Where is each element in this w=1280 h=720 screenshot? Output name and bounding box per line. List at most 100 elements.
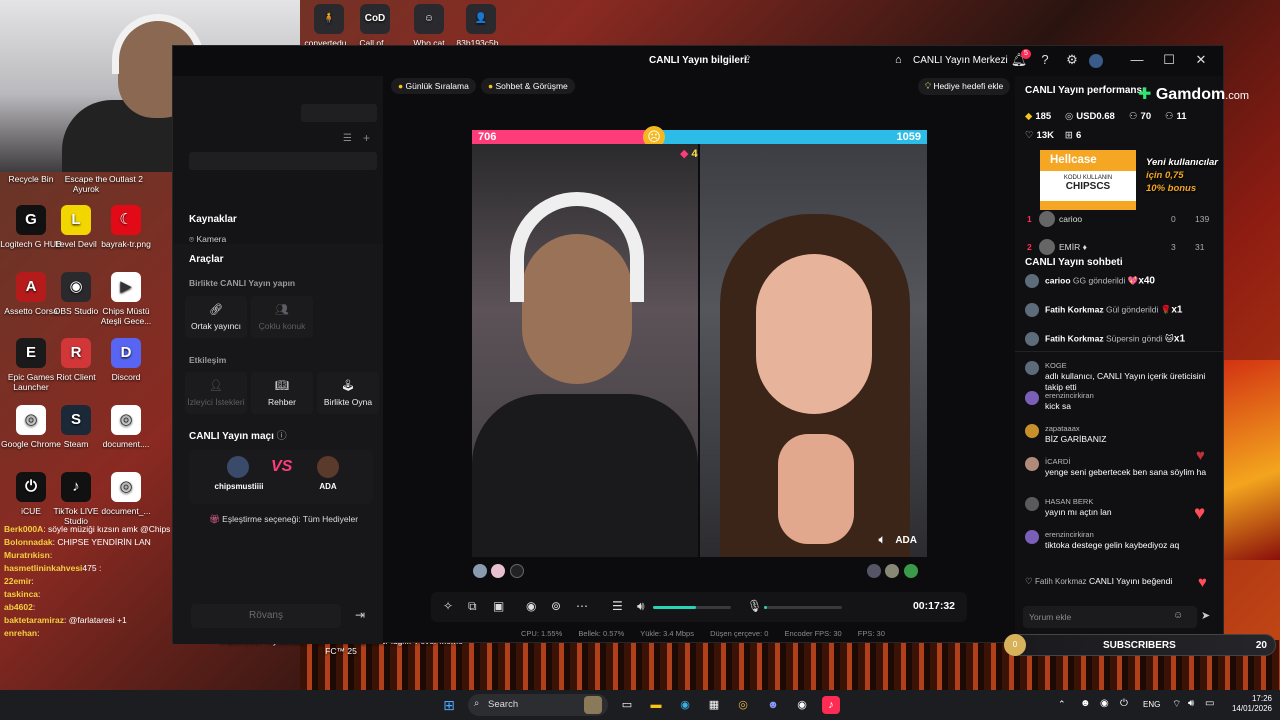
- maximize-icon[interactable]: ☐: [1159, 52, 1179, 68]
- list-icon[interactable]: ☰: [343, 133, 352, 144]
- chat-username: erenzincirkiran: [1045, 530, 1094, 539]
- match-card: chipsmustiiii VS ADA: [189, 450, 373, 504]
- more-icon[interactable]: ⋯: [576, 599, 588, 613]
- desktop-icon[interactable]: ▶ Chips Müstü Ateşli Gece...: [95, 272, 157, 326]
- gift-goal-chip[interactable]: 💡︎ Hediye hedefi ekle: [918, 78, 1011, 95]
- wifi-icon[interactable]: ⌔: [1172, 698, 1181, 711]
- cohost-button[interactable]: 🔗︎ Ortak yayıncı: [185, 296, 247, 338]
- player1-avatar: [227, 456, 249, 478]
- battle-score-bar: 706 1059 ☹: [472, 126, 927, 148]
- screen-icon[interactable]: ▣: [493, 599, 504, 613]
- mic-icon[interactable]: 🎙︎: [747, 599, 762, 613]
- discord-icon[interactable]: ☻: [764, 696, 782, 714]
- desktop-icon[interactable]: ☾ bayrak-tr.png: [95, 205, 157, 249]
- ranking-score: 139: [1195, 214, 1210, 224]
- replay-icon[interactable]: ⊚: [551, 599, 561, 613]
- ranking-row[interactable]: 1 carioo 0 139: [1025, 210, 1215, 230]
- desktop-icon[interactable]: 🧍 convertedu...: [304, 4, 354, 48]
- gift-count: x40: [1138, 275, 1155, 287]
- tray-app-icon[interactable]: ◉: [1100, 698, 1109, 709]
- mic-slider[interactable]: [764, 606, 842, 609]
- file-explorer-icon[interactable]: ▬: [647, 696, 665, 714]
- tray-chevron-icon[interactable]: ⌃: [1058, 699, 1066, 710]
- volume-icon[interactable]: 🔊︎: [637, 599, 645, 614]
- settings-sliders-icon[interactable]: ☰: [612, 599, 623, 613]
- widgets-icon[interactable]: [584, 696, 602, 714]
- viewer-requests-button[interactable]: 👤︎ İzleyici İstekleri: [185, 372, 247, 414]
- share-icon[interactable]: ⇪: [743, 53, 752, 66]
- desktop-icon[interactable]: 👤 83b193c5b...: [456, 4, 506, 48]
- volume-slider[interactable]: [653, 606, 731, 609]
- joystick-icon: 🕹︎: [341, 380, 355, 392]
- title-bar: CANLI Yayın bilgileri ⇪ ⌂ CANLI Yayın Me…: [173, 46, 1223, 76]
- overlay-chat-line: Berk000A: söyle müziği kızsın amk @Chips: [4, 524, 172, 535]
- obs-icon[interactable]: ◉: [793, 696, 811, 714]
- ranking-rank: 2: [1027, 242, 1032, 252]
- overlay-chat-line: 22emir:: [4, 576, 172, 587]
- gift-text: Süpersin göndi: [1105, 333, 1163, 344]
- desktop-icon-glyph: ◉: [61, 272, 91, 302]
- home-icon: ⌂: [895, 54, 902, 66]
- desktop-icon[interactable]: CoD Call of...: [350, 4, 400, 48]
- live-timer: 00:17:32: [912, 600, 955, 612]
- avatar[interactable]: [1089, 54, 1103, 68]
- chrome-icon[interactable]: ◎: [734, 696, 752, 714]
- gift-box-icon: ⊞: [1065, 130, 1073, 141]
- info-icon[interactable]: ⓘ: [277, 431, 287, 442]
- comment-input[interactable]: Yorum ekle: [1023, 606, 1197, 628]
- effects-icon[interactable]: ✧: [443, 599, 453, 613]
- speaker-icon[interactable]: 🔈︎: [879, 534, 886, 546]
- chat-meet-chip[interactable]: ● Sohbet & Görüşme: [481, 78, 575, 94]
- store-icon[interactable]: ▦: [705, 696, 723, 714]
- host-body: [472, 394, 698, 557]
- desktop-icon-glyph: S: [61, 405, 91, 435]
- minimize-icon[interactable]: —: [1127, 52, 1147, 67]
- gift-user: carioo: [1045, 275, 1071, 286]
- exit-icon[interactable]: ⇥: [355, 608, 365, 622]
- tray-discord-icon[interactable]: ☻: [1080, 698, 1091, 709]
- volume-fill: [653, 606, 696, 609]
- play-together-button[interactable]: 🕹︎ Birlikte Oyna: [317, 372, 379, 414]
- help-icon[interactable]: ?: [1035, 52, 1055, 67]
- desktop-icon[interactable]: ◎ document_...: [95, 472, 157, 516]
- close-icon[interactable]: ✕: [1191, 52, 1211, 68]
- desktop-icon[interactable]: D Discord: [95, 338, 157, 382]
- desktop-icon[interactable]: ◎ document....: [95, 405, 157, 449]
- daily-ranking-chip[interactable]: ● Günlük Sıralama: [391, 78, 476, 94]
- send-icon[interactable]: ➤: [1201, 609, 1210, 622]
- ranking-row[interactable]: 2 EMİR ♦ 3 31: [1025, 238, 1215, 258]
- clock[interactable]: 17:26 14/01/2026: [1224, 694, 1272, 714]
- rematch-button[interactable]: Rövanş: [191, 604, 341, 628]
- battery-icon[interactable]: ▭: [1205, 698, 1214, 709]
- hellcase-promo: Yeni kullanıcılar için 0,75 10% bonus: [1146, 157, 1218, 194]
- money-icon: ◎: [1065, 111, 1074, 122]
- guide-button[interactable]: 📖︎ Rehber: [251, 372, 313, 414]
- stream-toolbar: ✧ ⧉ ▣ ◉ ⊚ ⋯ ☰ 🔊︎ 🎙︎ 00:17:32: [431, 592, 967, 622]
- scene-bar[interactable]: [189, 152, 377, 170]
- chat-username: erenzincirkiran: [1045, 391, 1094, 400]
- gear-icon[interactable]: ⚙: [1062, 52, 1082, 68]
- opponent-gifter-avatars: [867, 564, 918, 583]
- floating-heart-icon: ♥: [1196, 447, 1205, 464]
- windows-start-icon[interactable]: ⊞: [440, 696, 458, 714]
- pairing-option[interactable]: 🎁︎ Eşleştirme seçeneği: Tüm Hediyeler: [209, 514, 358, 525]
- add-icon[interactable]: +: [363, 131, 370, 145]
- record-icon[interactable]: ◉: [526, 599, 536, 613]
- emoji-icon[interactable]: ☺: [1173, 610, 1183, 621]
- crop-icon[interactable]: ⧉: [468, 599, 477, 614]
- subscribers-goal-bar: 0 SUBSCRIBERS 20: [1004, 634, 1276, 656]
- gift-text: Gül gönderildi: [1105, 304, 1159, 315]
- volume-tray-icon[interactable]: 🔊︎: [1188, 698, 1194, 709]
- layout-toggle[interactable]: [301, 104, 377, 122]
- chat-text: BİZ GARİBANIZ: [1045, 434, 1107, 444]
- task-view-icon[interactable]: ▭: [618, 696, 636, 714]
- tray-app-icon[interactable]: ⏻: [1120, 698, 1128, 709]
- edge-icon[interactable]: ◉: [676, 696, 694, 714]
- tiktok-live-icon[interactable]: ♪: [822, 696, 840, 714]
- multi-guest-button[interactable]: 👥︎ Çoklu konuk: [251, 296, 313, 338]
- vs-label: VS: [271, 458, 293, 475]
- chat-avatar: [1025, 497, 1039, 511]
- live-center-button[interactable]: CANLI Yayın Merkezi: [913, 55, 1008, 66]
- chat-message: KOGE adlı kullanıcı, CANLI Yayın içerik ü…: [1025, 360, 1215, 393]
- language-indicator[interactable]: ENG: [1143, 700, 1160, 709]
